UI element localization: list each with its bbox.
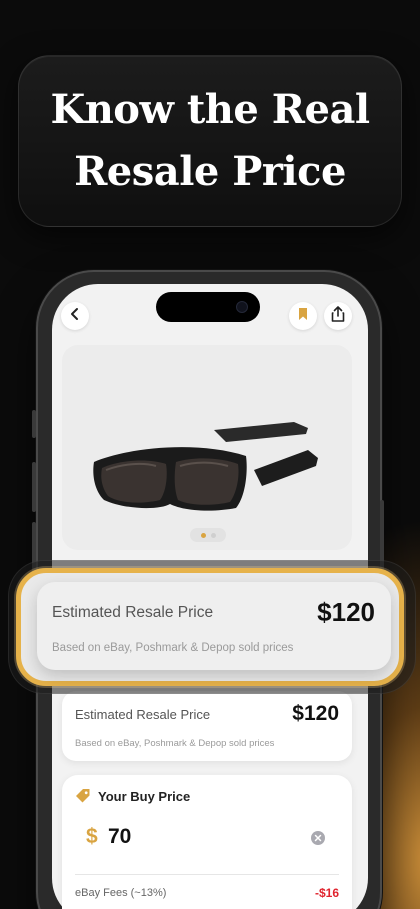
tag-icon — [75, 788, 91, 809]
resale-price-value: $120 — [292, 702, 339, 725]
ebay-fee-label: eBay Fees (~13%) — [75, 887, 167, 899]
divider — [75, 874, 339, 875]
share-icon — [331, 305, 345, 327]
clear-x-icon[interactable] — [311, 831, 325, 850]
ebay-fee-value: -$16 — [314, 886, 339, 900]
sunglasses-image — [86, 400, 326, 530]
buy-price-card: Your Buy Price $ 70 eBay Fees (~13%) -$1… — [62, 775, 352, 909]
headline-line-2: Resale Price — [74, 148, 346, 195]
buy-price-amount: 70 — [108, 825, 132, 848]
currency-symbol: $ — [86, 825, 98, 848]
carousel-dot[interactable] — [200, 532, 206, 538]
camera-icon — [236, 301, 248, 313]
highlight-resale-label: Estimated Resale Price — [52, 604, 214, 621]
buy-price-input[interactable]: $ 70 — [86, 825, 326, 855]
highlight-resale-price: $120 — [317, 597, 375, 627]
chevron-left-icon — [68, 307, 82, 326]
headline: Know the Real Resale Price — [40, 79, 380, 203]
bookmark-icon — [297, 307, 309, 326]
highlight-resale-note: Based on eBay, Poshmark & Depop sold pri… — [52, 642, 294, 654]
headline-line-1: Know the Real — [50, 86, 370, 133]
carousel-dot[interactable] — [210, 532, 216, 538]
carousel-indicator[interactable] — [190, 528, 226, 542]
buy-price-title: Your Buy Price — [98, 789, 191, 804]
resale-price-note: Based on eBay, Poshmark & Depop sold pri… — [75, 738, 275, 749]
dynamic-island — [156, 292, 260, 322]
share-button[interactable] — [324, 302, 352, 330]
phone-action-button — [32, 410, 36, 438]
phone-volume-up — [32, 462, 36, 512]
bookmark-button[interactable] — [289, 302, 317, 330]
resale-price-card: Estimated Resale Price $120 Based on eBa… — [62, 691, 352, 761]
highlight-resale-card: Estimated Resale Price $120 Based on eBa… — [37, 582, 391, 670]
headline-card: Know the Real Resale Price — [18, 55, 402, 227]
resale-price-label: Estimated Resale Price — [75, 707, 211, 722]
back-button[interactable] — [61, 302, 89, 330]
